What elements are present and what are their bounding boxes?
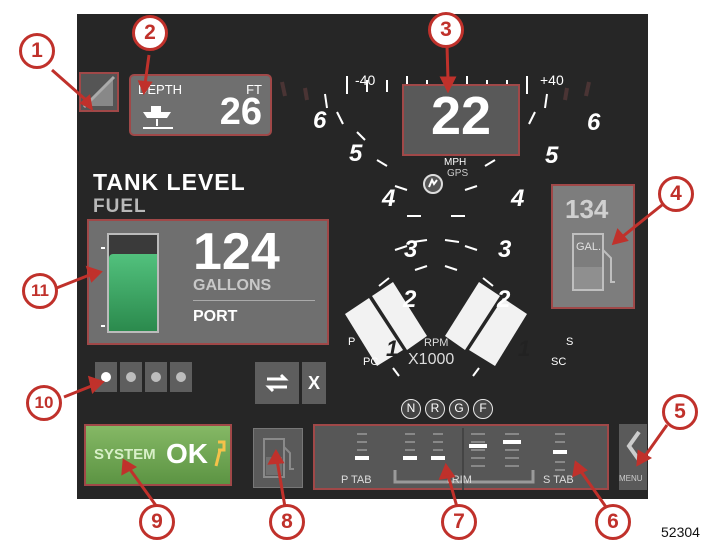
callout-6: 6 (595, 504, 631, 540)
callout-2: 2 (132, 15, 168, 51)
callout-5: 5 (662, 394, 698, 430)
callout-7: 7 (441, 504, 477, 540)
callout-10: 10 (26, 385, 62, 421)
callout-3: 3 (428, 12, 464, 48)
callout-9: 9 (139, 504, 175, 540)
callout-11: 11 (22, 273, 58, 309)
callout-leaders (51, 44, 669, 508)
figure-number: 52304 (661, 524, 700, 540)
callout-4: 4 (658, 176, 694, 212)
callout-8: 8 (269, 504, 305, 540)
callout-1: 1 (19, 33, 55, 69)
